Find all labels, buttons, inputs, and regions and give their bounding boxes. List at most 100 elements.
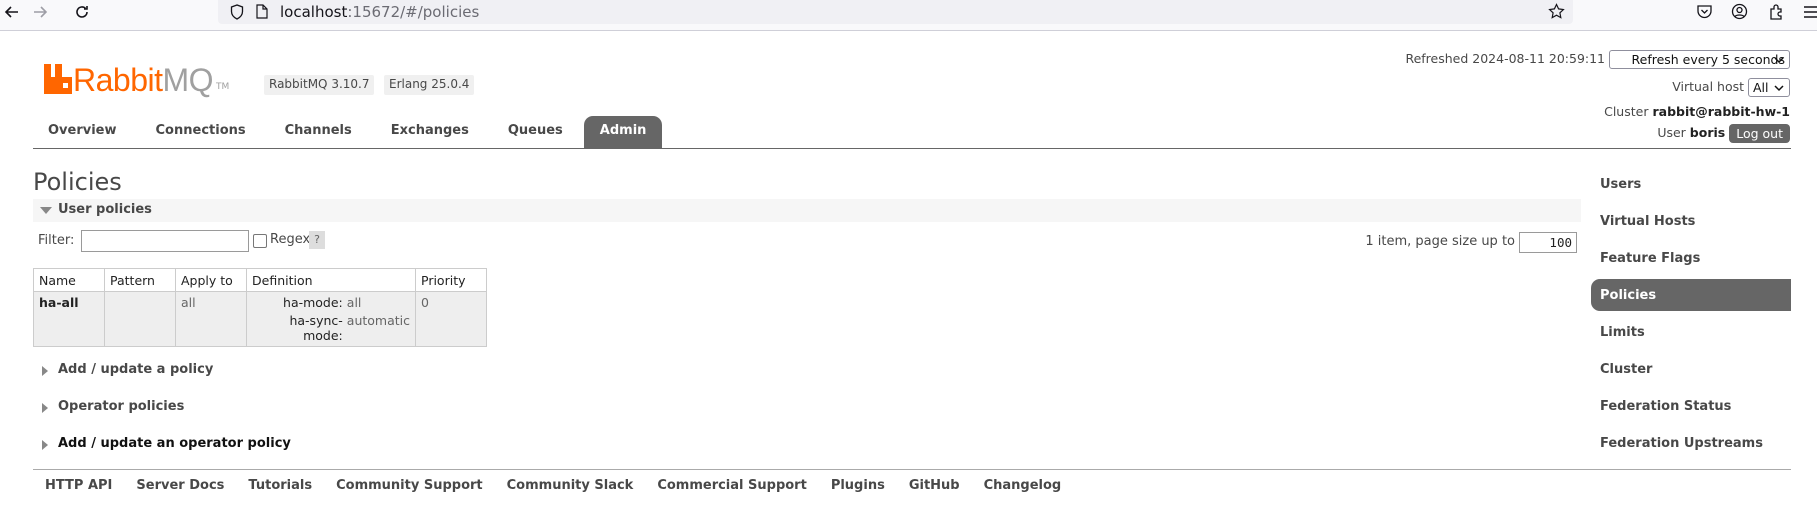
admin-nav-federation-upstreams[interactable]: Federation Upstreams xyxy=(1591,425,1791,462)
footer-link-http-api[interactable]: HTTP API xyxy=(45,478,112,493)
bookmark-star-icon[interactable] xyxy=(1548,3,1565,20)
cluster-name: rabbit@rabbit-hw-1 xyxy=(1652,104,1790,119)
tab-overview[interactable]: Overview xyxy=(33,116,132,148)
page-title: Policies xyxy=(33,168,122,196)
admin-nav-cluster[interactable]: Cluster xyxy=(1591,351,1791,388)
extensions-icon[interactable] xyxy=(1768,3,1785,20)
erlang-version-badge: Erlang 25.0.4 xyxy=(384,75,475,95)
forward-arrow-icon xyxy=(34,6,48,18)
footer-link-changelog[interactable]: Changelog xyxy=(984,478,1062,493)
tab-queues[interactable]: Queues xyxy=(493,116,578,148)
vhost-row: Virtual host All xyxy=(1672,78,1790,97)
main-tabs: Overview Connections Channels Exchanges … xyxy=(33,116,663,148)
user-policies-label: User policies xyxy=(58,202,152,217)
admin-nav-feature-flags[interactable]: Feature Flags xyxy=(1591,240,1791,277)
url-bar[interactable]: localhost:15672/#/policies xyxy=(218,0,1573,24)
column-header-priority[interactable]: Priority xyxy=(415,268,487,292)
admin-nav-policies[interactable]: Policies xyxy=(1591,279,1791,311)
vhost-select-value: All xyxy=(1753,80,1769,95)
chevron-down-icon xyxy=(1774,57,1784,64)
back-button[interactable] xyxy=(0,0,24,24)
shield-icon xyxy=(230,4,244,20)
tab-admin[interactable]: Admin xyxy=(583,116,663,148)
browser-toolbar: localhost:15672/#/policies xyxy=(0,0,1817,31)
footer-link-commercial-support[interactable]: Commercial Support xyxy=(657,478,807,493)
tab-exchanges[interactable]: Exchanges xyxy=(376,116,484,148)
url-text: localhost:15672/#/policies xyxy=(280,3,479,21)
footer-link-community-slack[interactable]: Community Slack xyxy=(507,478,634,493)
rabbitmq-logo[interactable]: RabbitMQ TM xyxy=(44,56,229,96)
column-header-pattern[interactable]: Pattern xyxy=(104,268,176,292)
policy-name-cell[interactable]: ha-all xyxy=(33,291,105,347)
definition-key: ha-sync-mode: xyxy=(289,313,343,343)
policy-definition-cell: ha-mode: all ha-sync-mode: automatic xyxy=(246,291,416,347)
pocket-icon[interactable] xyxy=(1696,3,1713,20)
vhost-label: Virtual host xyxy=(1672,79,1745,94)
table-header-row: Name Pattern Apply to Definition Priorit… xyxy=(33,268,487,292)
url-host: localhost xyxy=(280,3,348,21)
account-icon[interactable] xyxy=(1731,3,1748,20)
expanded-triangle-icon xyxy=(40,207,52,214)
reload-icon xyxy=(76,6,88,18)
refresh-interval-select[interactable]: Refresh every 5 seconds xyxy=(1609,50,1790,69)
filter-input[interactable] xyxy=(81,230,249,252)
collapsed-triangle-icon xyxy=(42,366,48,376)
footer-link-server-docs[interactable]: Server Docs xyxy=(136,478,224,493)
menu-icon[interactable] xyxy=(1803,5,1817,19)
forward-button[interactable] xyxy=(28,0,52,24)
collapsed-triangle-icon xyxy=(42,440,48,450)
chevron-down-icon xyxy=(1774,85,1784,92)
refresh-interval-value: Refresh every 5 seconds xyxy=(1631,52,1786,67)
admin-nav-virtual-hosts[interactable]: Virtual Hosts xyxy=(1591,203,1791,240)
footer-link-github[interactable]: GitHub xyxy=(909,478,960,493)
regex-checkbox[interactable] xyxy=(253,234,267,248)
filter-label: Filter: xyxy=(38,233,75,248)
definition-list: ha-mode: all ha-sync-mode: automatic xyxy=(252,295,410,343)
logo-tm: TM xyxy=(216,82,230,92)
footer-links: HTTP API Server Docs Tutorials Community… xyxy=(45,478,1085,493)
admin-nav-federation-status[interactable]: Federation Status xyxy=(1591,388,1791,425)
tab-connections[interactable]: Connections xyxy=(141,116,261,148)
logo-mq: MQ xyxy=(162,62,214,98)
tab-channels[interactable]: Channels xyxy=(270,116,367,148)
regex-label: Regex xyxy=(270,232,311,247)
footer-link-tutorials[interactable]: Tutorials xyxy=(248,478,312,493)
logo-rabbit: Rabbit xyxy=(73,62,163,98)
refreshed-label: Refreshed 2024-08-11 20:59:11 xyxy=(1405,51,1606,66)
page-size-label: 1 item, page size up to xyxy=(1365,234,1515,249)
reload-button[interactable] xyxy=(70,0,94,24)
page-icon xyxy=(256,4,268,19)
regex-help-button[interactable]: ? xyxy=(309,231,325,249)
user-label: User xyxy=(1657,125,1686,140)
policy-priority-cell: 0 xyxy=(415,291,487,347)
column-header-name[interactable]: Name xyxy=(33,268,105,292)
operator-policies-label: Operator policies xyxy=(58,399,185,414)
table-row[interactable]: ha-all all ha-mode: all ha-sync-mode: au… xyxy=(33,291,487,347)
column-header-apply-to[interactable]: Apply to xyxy=(175,268,247,292)
cluster-row: Cluster rabbit@rabbit-hw-1 xyxy=(1604,104,1790,119)
vhost-select[interactable]: All xyxy=(1748,78,1790,97)
rabbitmq-version-badge: RabbitMQ 3.10.7 xyxy=(264,75,375,95)
add-policy-label: Add / update a policy xyxy=(58,362,214,377)
cluster-label: Cluster xyxy=(1604,104,1649,119)
rabbitmq-logo-icon xyxy=(44,64,72,94)
definition-value: all xyxy=(346,295,362,310)
policy-apply-to-cell: all xyxy=(175,291,247,347)
definition-key: ha-mode: xyxy=(283,295,343,310)
admin-nav-users[interactable]: Users xyxy=(1591,166,1791,203)
footer-link-plugins[interactable]: Plugins xyxy=(831,478,885,493)
footer-divider xyxy=(33,469,1791,470)
refresh-row: Refreshed 2024-08-11 20:59:11 Refresh ev… xyxy=(1405,50,1790,69)
definition-value: automatic xyxy=(346,313,410,328)
admin-nav-limits[interactable]: Limits xyxy=(1591,314,1791,351)
column-header-definition[interactable]: Definition xyxy=(246,268,416,292)
tabs-divider xyxy=(33,148,1791,149)
policies-table: Name Pattern Apply to Definition Priorit… xyxy=(33,268,487,347)
logo-text: RabbitMQ xyxy=(73,62,214,98)
footer-link-community-support[interactable]: Community Support xyxy=(336,478,483,493)
logout-button[interactable]: Log out xyxy=(1729,124,1790,143)
user-policies-section-header[interactable]: User policies xyxy=(33,199,1581,222)
page-size-input[interactable]: 100 xyxy=(1519,232,1577,253)
back-arrow-icon xyxy=(4,6,18,18)
admin-sidebar: Users Virtual Hosts Feature Flags Polici… xyxy=(1591,166,1791,462)
